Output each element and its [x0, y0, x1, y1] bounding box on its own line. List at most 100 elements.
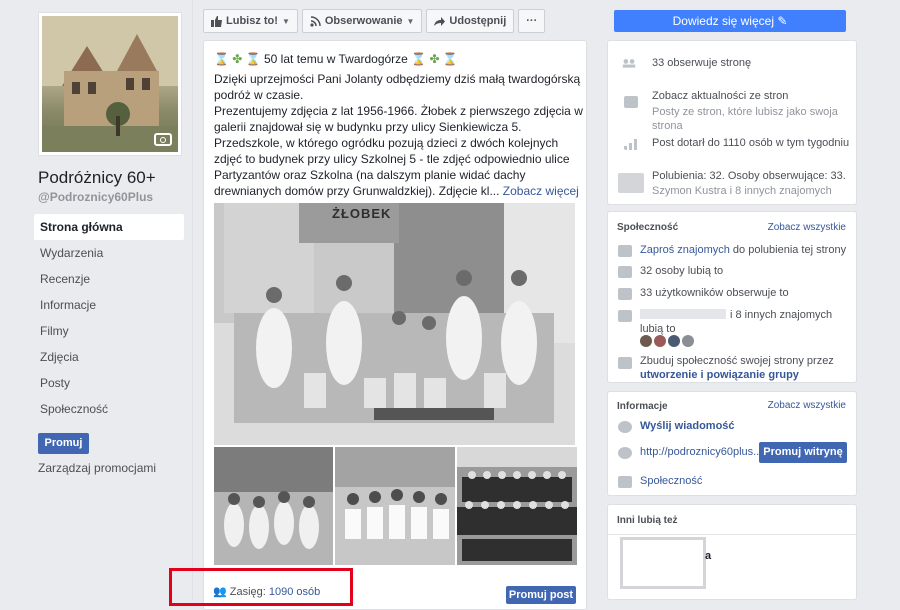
post-photo-thumb-2[interactable] [335, 447, 455, 565]
invite-friends-icon [618, 245, 632, 257]
post-photo-thumb-1[interactable] [214, 447, 333, 565]
build-community-text: Zbuduj społeczność swojej strony przez [640, 355, 834, 367]
invite-friends-text: do polubienia tej strony [729, 244, 847, 256]
globe-icon [618, 447, 632, 459]
thumbs-up-icon [618, 266, 632, 278]
category-icon [618, 476, 632, 488]
nav-item-home[interactable]: Strona główna [34, 214, 184, 240]
likes-followers-summary: Polubienia: 32. Osoby obserwujące: 33. [652, 170, 846, 182]
friends-like-summary: Szymon Kustra i 8 innych znajomych [652, 185, 832, 197]
post-title: ⌛ ✤ ⌛ 50 lat temu w Twardogórze ⌛ ✤ ⌛ [214, 52, 458, 66]
avatar[interactable] [640, 335, 652, 347]
avatar[interactable] [654, 335, 666, 347]
nav-item-community[interactable]: Społeczność [34, 396, 184, 422]
manage-promotions-link[interactable]: Zarządzaj promocjami [38, 461, 156, 475]
hourglass-icon: ⌛ [245, 52, 261, 66]
share-button[interactable]: Udostępnij [426, 9, 515, 33]
post-body-text: Dzięki uprzejmości Pani Jolanty odbędzie… [214, 72, 583, 198]
invite-friends-row: Zaproś znajomych do polubienia tej stron… [640, 243, 846, 257]
nav-item-about[interactable]: Informacje [34, 292, 184, 318]
category-link[interactable]: Społeczność [640, 474, 702, 488]
page-name[interactable]: a [705, 549, 711, 563]
see-more-link[interactable]: Zobacz więcej [503, 184, 579, 198]
follow-button-label: Obserwowanie [324, 15, 403, 27]
followers-icon [622, 59, 636, 68]
post-reach-week: Post dotarł do 1110 osób w tym tygodniu [652, 137, 850, 149]
promote-post-button[interactable]: Promuj post [506, 586, 576, 604]
post-text: Dzięki uprzejmości Pani Jolanty odbędzie… [214, 71, 584, 199]
invite-friends-link[interactable]: Zaproś znajomych [640, 244, 730, 256]
bar-chart-icon [624, 139, 637, 150]
highlight-box [169, 568, 353, 606]
nav-item-videos[interactable]: Filmy [34, 318, 184, 344]
likes-count: 32 osoby lubią to [640, 265, 724, 277]
hourglass-icon: ⌛ [411, 52, 427, 66]
community-header: Społeczność [617, 222, 679, 233]
page-action-bar: Lubisz to! ▼ Obserwowanie ▼ Udostępnij ·… [203, 9, 546, 33]
community-see-all-link[interactable]: Zobacz wszystkie [768, 222, 846, 233]
friend-avatars [640, 335, 694, 347]
group-icon [618, 357, 632, 369]
more-options-button[interactable]: ··· [518, 9, 546, 33]
send-message-link[interactable]: Wyślij wiadomość [640, 419, 735, 433]
chevron-down-icon: ▼ [406, 16, 415, 26]
hourglass-icon: ⌛ [214, 52, 229, 66]
avatar[interactable] [682, 335, 694, 347]
promote-website-button[interactable]: Promuj witrynę [759, 442, 847, 463]
friend-avatar [618, 173, 644, 193]
friends-icon [618, 310, 632, 322]
promote-button[interactable]: Promuj [38, 433, 89, 454]
clover-icon: ✤ [232, 52, 243, 66]
post-title-text: 50 lat temu w Twardogórze [264, 52, 408, 66]
pencil-icon[interactable]: ✎ [777, 14, 787, 28]
nursery-photo [214, 203, 575, 445]
nav-item-photos[interactable]: Zdjęcia [34, 344, 184, 370]
profile-photo[interactable] [38, 12, 182, 156]
page-updates-link[interactable]: Zobacz aktualności ze stron [652, 89, 788, 103]
profile-picture-image [42, 16, 178, 152]
about-header: Informacje [617, 401, 668, 412]
column-divider [192, 0, 193, 600]
chevron-down-icon: ▼ [281, 16, 290, 26]
post-photo-thumb-3[interactable] [457, 447, 577, 565]
children-photo [214, 447, 333, 565]
create-group-link[interactable]: utworzenie i powiązanie grupy [640, 368, 799, 382]
page-updates-subtitle: Posty ze stron, które lubisz jako swoja … [652, 106, 838, 132]
share-arrow-icon [434, 16, 446, 26]
nav-item-reviews[interactable]: Recenzje [34, 266, 184, 292]
nav-item-events[interactable]: Wydarzenia [34, 240, 184, 266]
share-button-label: Udostępnij [449, 15, 507, 27]
page-thumbnail[interactable] [620, 537, 706, 589]
page-stats-card: 33 obserwuje stronę Zobacz aktualności z… [607, 40, 857, 205]
follow-button[interactable]: Obserwowanie ▼ [301, 9, 423, 33]
messenger-icon [618, 421, 632, 433]
news-feed-icon [624, 96, 638, 108]
pages-also-liked-card: Inni lubią też a [607, 504, 858, 600]
friends-like-text: i 8 innych znajomych lubią to [640, 309, 833, 335]
learn-more-button[interactable]: Dowiedz się więcej ✎ [614, 10, 846, 32]
divider [608, 534, 858, 535]
post-photo-main[interactable]: ŻŁOBEK [214, 203, 575, 445]
hourglass-icon: ⌛ [442, 52, 458, 66]
school-class-photo [457, 447, 577, 565]
page-nav: Strona główna Wydarzenia Recenzje Inform… [34, 214, 184, 422]
rss-icon [618, 288, 632, 300]
about-see-all-link[interactable]: Zobacz wszystkie [768, 400, 846, 411]
avatar[interactable] [668, 335, 680, 347]
about-card: Informacje Zobacz wszystkie Wyślij wiado… [607, 391, 857, 496]
rss-icon [310, 15, 321, 27]
photo-sign-text: ŻŁOBEK [332, 206, 392, 221]
page-username[interactable]: @Podroznicy60Plus [38, 190, 153, 204]
like-page-button[interactable]: Lubisz to! ▼ [203, 9, 298, 33]
camera-icon[interactable] [154, 133, 172, 146]
followers-count: 33 obserwuje stronę [652, 57, 752, 69]
community-card: Społeczność Zobacz wszystkie Zaproś znaj… [607, 211, 857, 383]
page-title: Podróżnicy 60+ [38, 168, 156, 187]
website-link[interactable]: http://podroznicy60plus... [640, 445, 762, 459]
followers-users-count: 33 użytkowników obserwuje to [640, 287, 789, 299]
learn-more-label: Dowiedz się więcej [672, 14, 774, 28]
children-photo [335, 447, 455, 565]
also-liked-header: Inni lubią też [617, 515, 678, 526]
nav-item-posts[interactable]: Posty [34, 370, 184, 396]
like-button-label: Lubisz to! [226, 15, 278, 27]
